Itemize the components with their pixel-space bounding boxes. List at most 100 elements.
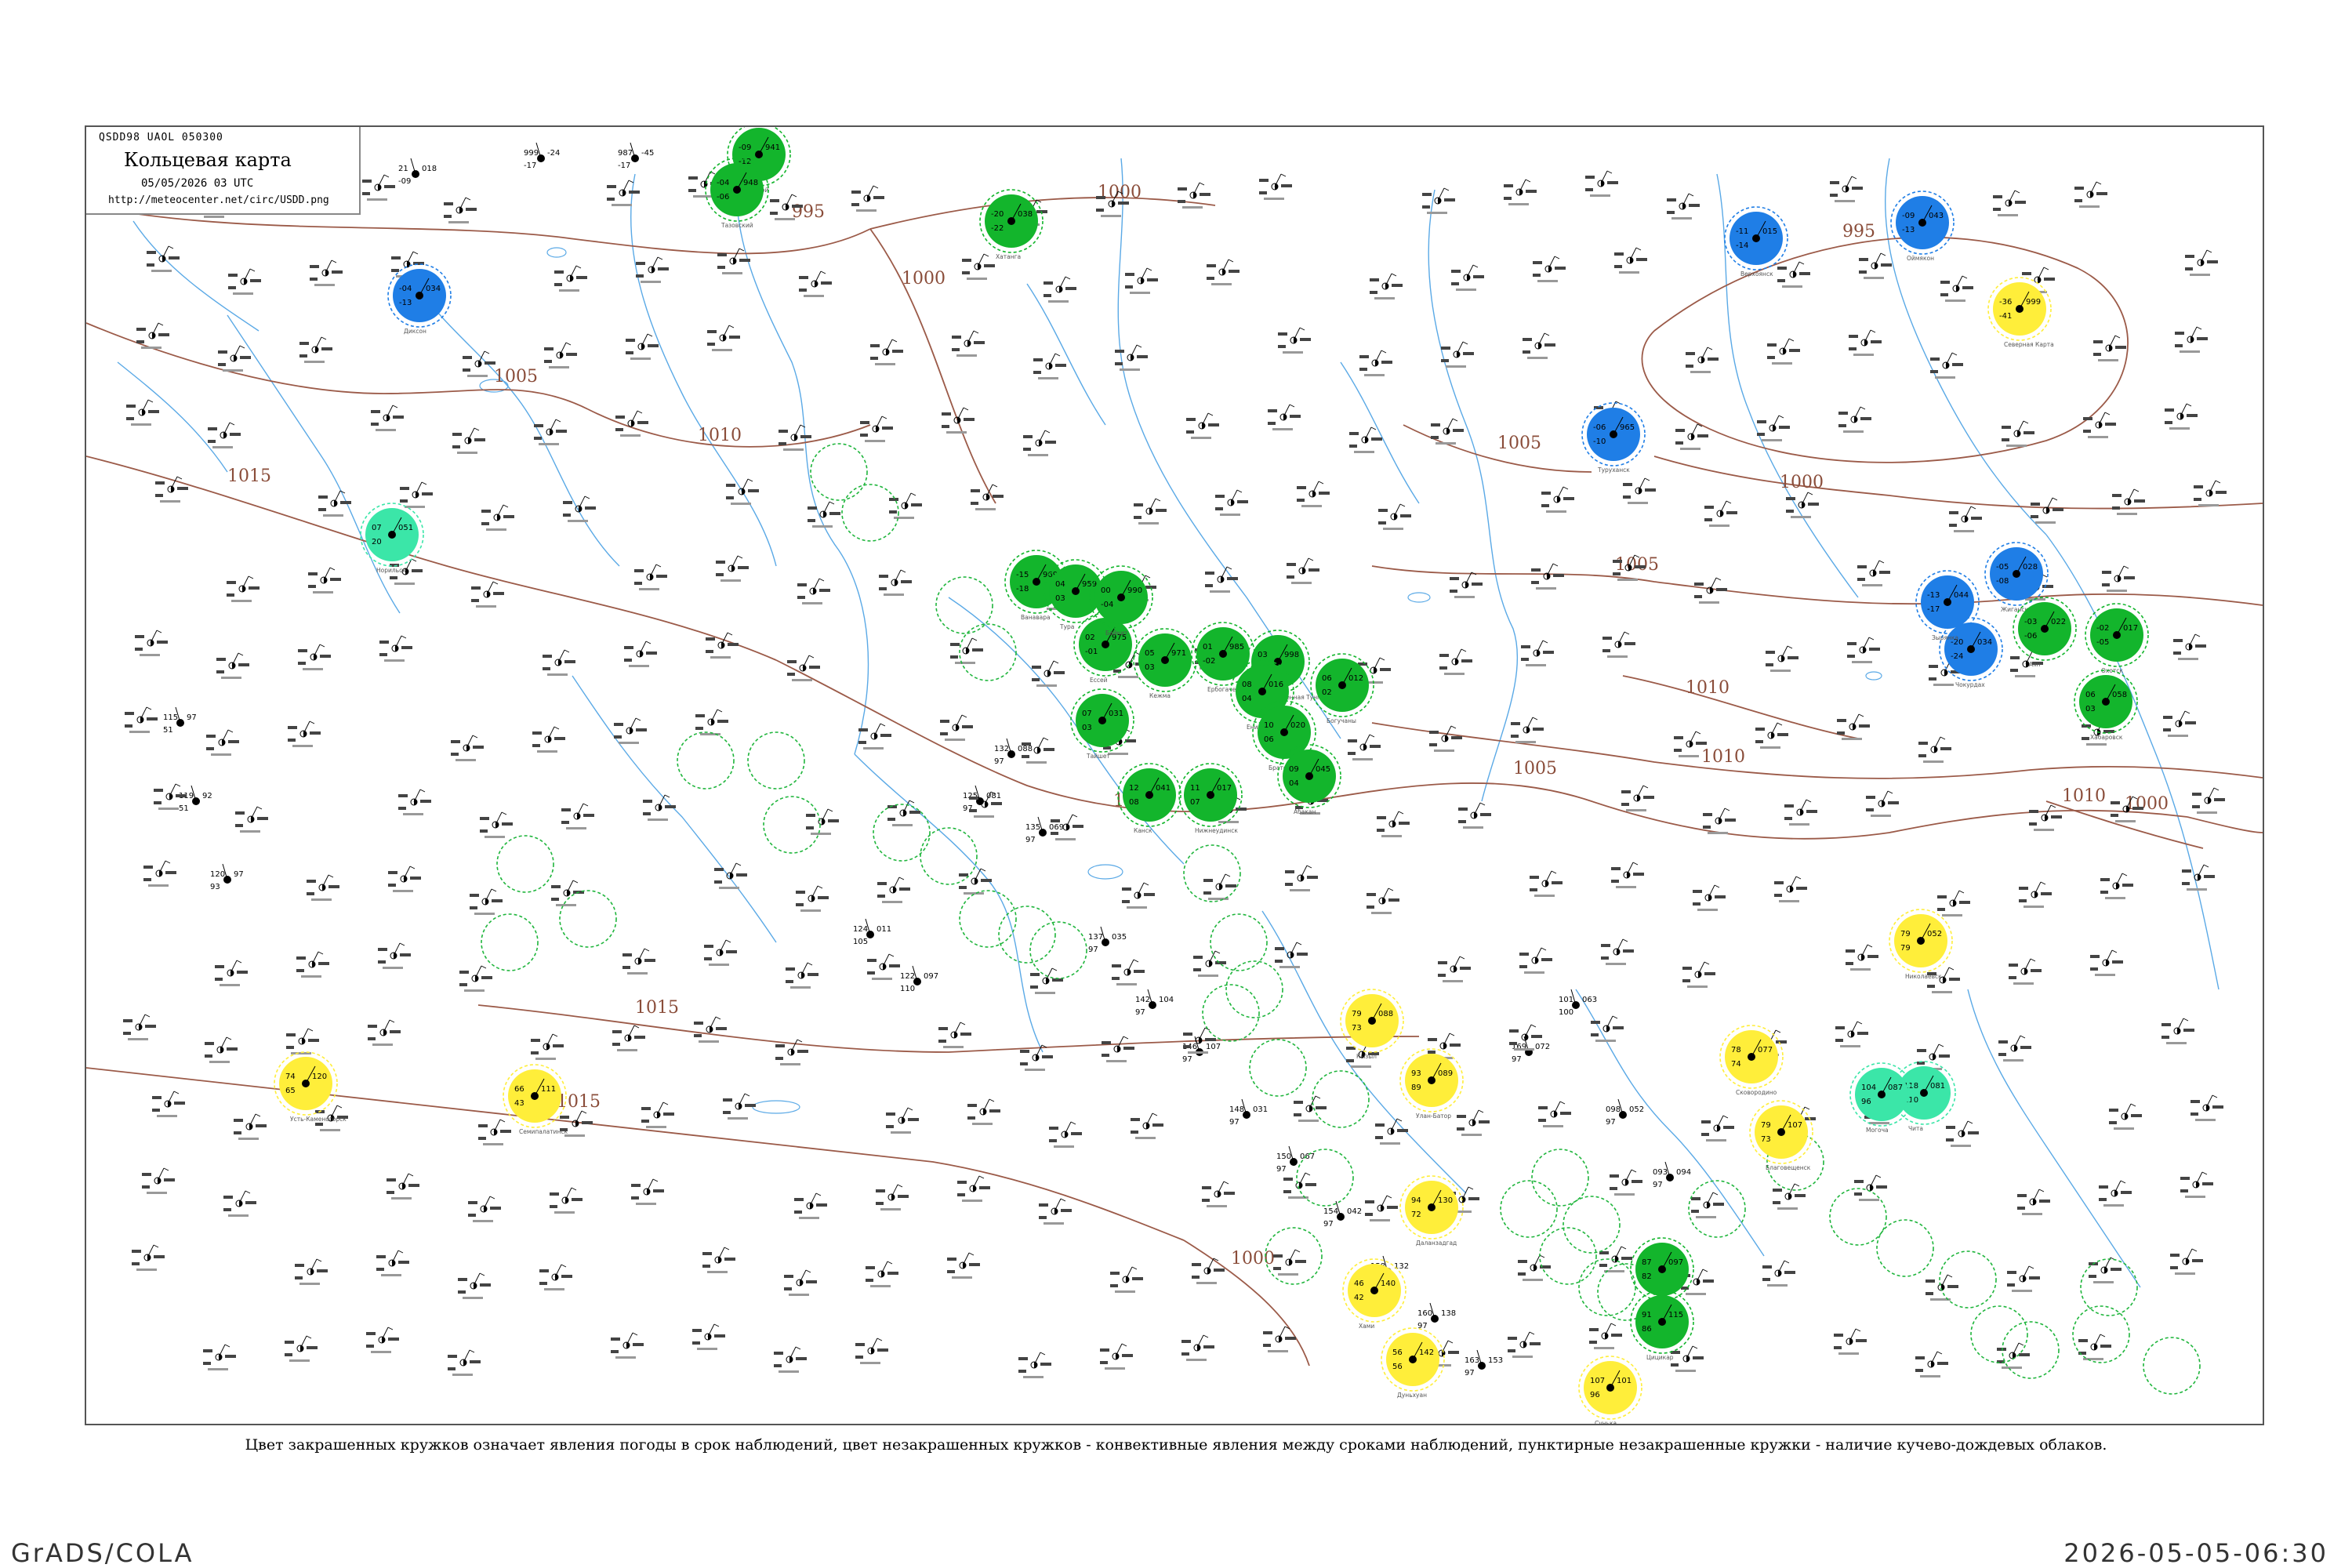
value-glyph [585, 506, 596, 510]
weather-phenomenon-station[interactable]: 79 05279Николаевск [1889, 909, 1953, 980]
station-point [1766, 645, 1798, 672]
station-observation[interactable]: 122 097110 [900, 965, 938, 993]
station-observation[interactable]: 148 03197 [1229, 1098, 1268, 1127]
value-glyph [1371, 437, 1382, 441]
weather-phenomenon-station[interactable]: -04 034-13Диксон [387, 263, 452, 335]
station-temperature: 07 [372, 524, 382, 532]
station-observation[interactable]: 137 03597 [1088, 926, 1127, 954]
value-glyph [971, 489, 980, 492]
map-url[interactable]: http://meteocenter.net/circ/USDD.png [108, 194, 329, 206]
weather-phenomenon-station[interactable]: 94 13072Даланзадгад [1399, 1175, 1464, 1247]
wind-barb [953, 1022, 961, 1036]
wind-barb [1230, 489, 1238, 503]
value-glyph [398, 794, 408, 797]
value-glyph [1225, 884, 1236, 887]
value-glyph [176, 794, 187, 797]
wind-barb-feather [1121, 1343, 1127, 1347]
weather-phenomenon-station[interactable]: 02 975-01Ессей [1073, 612, 1138, 684]
station-observation[interactable]: 21 018-09 [398, 158, 437, 186]
station-observation[interactable]: 124 011105 [853, 918, 891, 946]
value-glyph [1523, 338, 1532, 341]
value-glyph [310, 265, 319, 268]
station-observation[interactable]: 115 9751 [163, 706, 197, 735]
value-glyph [2175, 344, 2183, 347]
value-glyph [1667, 198, 1676, 201]
station-point [1835, 1021, 1868, 1047]
weather-phenomenon-station[interactable]: 78 07774Сковородино [1719, 1025, 1784, 1096]
wind-barb-feather [1146, 267, 1152, 271]
wind-barb-feather [1726, 500, 1732, 504]
isobar-label: 1005 [1615, 555, 1659, 575]
station-observation[interactable]: 163 15397 [1465, 1349, 1503, 1377]
value-glyph [1441, 347, 1450, 350]
station-observation[interactable]: 160 13897 [1417, 1302, 1456, 1330]
value-glyph [384, 185, 395, 188]
station-point [1511, 717, 1544, 743]
station-observation[interactable]: 987 -45-17 [618, 142, 654, 170]
station-observation[interactable]: 098 05297 [1606, 1098, 1644, 1127]
value-glyph [644, 959, 655, 962]
station-point [879, 569, 912, 596]
station-name-glyph [1679, 755, 1699, 757]
wind-barb [554, 1264, 562, 1278]
value-glyph [390, 1030, 401, 1033]
value-glyph [1504, 184, 1513, 187]
value-glyph [1297, 486, 1306, 489]
wind-barb-feather [2183, 1018, 2189, 1022]
value-glyph [1602, 649, 1610, 652]
weather-phenomenon-station[interactable]: 66 11143Семипалатинск [503, 1064, 568, 1135]
value-glyph [1621, 803, 1629, 806]
value-glyph [957, 1193, 965, 1196]
weather-phenomenon-station[interactable]: 12 04108Канск [1117, 763, 1181, 834]
value-glyph [962, 725, 973, 728]
value-glyph [534, 437, 542, 440]
weather-phenomenon-station[interactable]: -09 043-13Оймякон [1890, 191, 1955, 262]
wind-barb [2207, 787, 2215, 801]
weather-phenomenon-station[interactable]: 79 10773Благовещенск [1749, 1100, 1813, 1171]
station-observation[interactable]: 150 06797 [1276, 1145, 1315, 1174]
weather-phenomenon-station[interactable]: 56 14256Дуньхуан [1381, 1327, 1445, 1399]
value-glyph [157, 641, 168, 644]
weather-phenomenon-station[interactable]: 07 03103Тайшет [1070, 688, 1134, 760]
weather-phenomenon-station[interactable]: -36 999-41Северная Карта [1987, 277, 2054, 348]
station-observation[interactable]: 125 08197 [963, 785, 1001, 813]
value-glyph [1591, 1021, 1600, 1024]
station-name-glyph [943, 1046, 964, 1048]
value-glyph [328, 885, 339, 888]
station-observation[interactable]: 101 063100 [1559, 989, 1597, 1017]
station-observation[interactable]: 120 9793 [210, 863, 244, 891]
river-line [1967, 989, 2141, 1288]
weather-phenomenon-station[interactable]: 93 08989Улан-Батор [1399, 1048, 1464, 1120]
station-observation[interactable]: 1199251 [179, 785, 212, 813]
station-pressure: 142 [1419, 1348, 1434, 1357]
value-glyph [378, 960, 386, 964]
station-observation[interactable]: 142 10497 [1135, 989, 1174, 1017]
value-glyph [770, 212, 778, 215]
wind-barb [323, 567, 331, 581]
station-name-glyph [2079, 205, 2100, 208]
value-glyph [1268, 422, 1276, 425]
value-glyph [1876, 1185, 1887, 1189]
weather-phenomenon-station[interactable]: 11 01707Нижнеудинск [1178, 763, 1243, 834]
value-glyph [1773, 1189, 1782, 1192]
weather-phenomenon-station[interactable]: 05 97103Кежма [1133, 628, 1197, 699]
value-glyph [2185, 721, 2196, 724]
value-glyph [1183, 1033, 1192, 1036]
weather-phenomenon-station[interactable]: 107 10196Сунька [1578, 1356, 1642, 1424]
station-observation[interactable]: 999 -24-17 [524, 142, 560, 170]
value-glyph [2202, 1182, 2213, 1185]
wind-barb [1850, 1021, 1858, 1035]
station-observation[interactable]: 093 09497 [1653, 1161, 1691, 1189]
wind-barb-feather [2196, 326, 2202, 330]
weather-phenomenon-station[interactable]: 74 12065Усть-Каменогорск [274, 1051, 347, 1123]
value-glyph [1971, 517, 1982, 520]
station-point [694, 1016, 727, 1043]
wind-barb-feather [2212, 1094, 2218, 1098]
cumulonimbus-ring [1539, 1227, 1597, 1285]
weather-phenomenon-station[interactable]: -05 028-08Жиганск [1984, 542, 2049, 613]
value-glyph [1541, 492, 1551, 495]
weather-phenomenon-station[interactable]: 91 11586Цицикар [1630, 1290, 1694, 1361]
weather-phenomenon-station[interactable]: 07 05120Норильск [360, 503, 424, 574]
station-name-glyph [719, 887, 739, 889]
weather-phenomenon-station[interactable]: -06 965-10Туруханск [1581, 402, 1646, 474]
